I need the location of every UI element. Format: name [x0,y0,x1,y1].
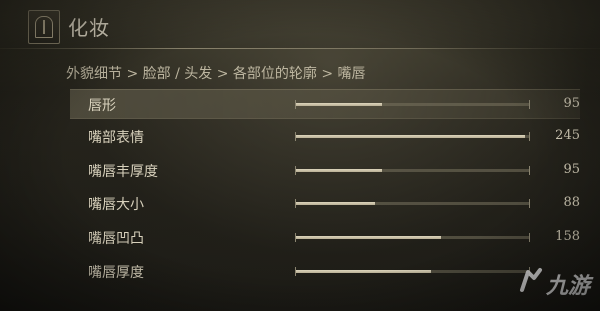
slider-label: 嘴唇凹凸 [88,231,144,247]
slider-row[interactable]: 嘴唇厚度 [70,257,580,285]
page-title: 化妆 [68,16,110,40]
slider-fill [295,202,375,205]
slider-row[interactable]: 嘴部表情 245 [70,122,580,150]
title-bar: 化妆 [0,0,600,48]
slider-track[interactable] [295,267,530,276]
slider-track[interactable] [295,132,530,141]
slider-track[interactable] [295,199,530,208]
slider-label: 嘴唇大小 [88,197,144,213]
slider-value: 88 [563,195,580,210]
slider-row[interactable]: 嘴唇丰厚度 95 [70,156,580,184]
watermark: 九游 [516,262,596,302]
slider-row[interactable]: 唇形 95 [70,89,580,119]
slider-start-tick [295,100,296,109]
slider-track[interactable] [295,100,530,109]
slider-fill [295,270,432,273]
jiuyou-logo-icon [520,268,542,292]
slider-label: 嘴唇丰厚度 [88,164,158,180]
slider-start-tick [295,166,296,175]
slider-row[interactable]: 嘴唇凹凸 158 [70,223,580,251]
slider-fill [295,169,382,172]
slider-track[interactable] [295,166,530,175]
sanctuary-crest-icon [28,10,60,44]
slider-track[interactable] [295,233,530,242]
slider-fill [295,103,382,106]
slider-value: 158 [555,229,580,244]
slider-start-tick [295,233,296,242]
slider-start-tick [295,267,296,276]
slider-label: 嘴部表情 [88,130,144,146]
watermark-text: 九游 [546,274,591,299]
slider-value: 245 [555,128,580,143]
slider-row[interactable]: 嘴唇大小 88 [70,189,580,217]
breadcrumb: 外貌细节 > 脸部 / 头发 > 各部位的轮廓 > 嘴唇 [66,66,366,82]
slider-start-tick [295,132,296,141]
slider-label: 唇形 [88,98,116,114]
slider-fill [295,135,526,138]
header-divider [0,48,600,49]
slider-label: 嘴唇厚度 [88,265,144,281]
slider-fill [295,236,441,239]
slider-start-tick [295,199,296,208]
slider-value: 95 [563,162,580,177]
slider-value: 95 [563,96,580,111]
